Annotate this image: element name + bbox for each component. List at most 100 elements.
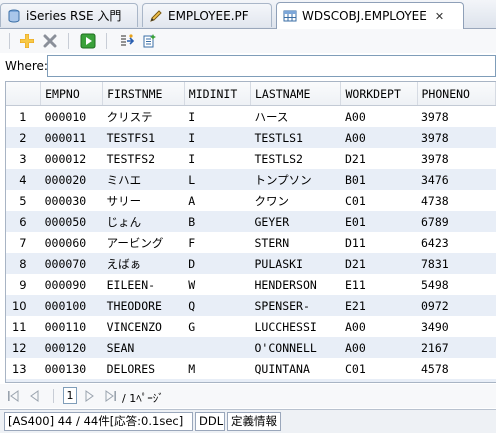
table-row[interactable]: 5 000030 サリー A クワン C01 4738 xyxy=(6,190,496,211)
column-header-empno[interactable]: EMPNO xyxy=(40,82,104,106)
phoneno-cell[interactable]: 3978 xyxy=(417,148,496,169)
firstnme-cell[interactable]: TESTFS1 xyxy=(102,127,185,148)
midinit-cell[interactable]: I xyxy=(184,148,250,169)
workdept-cell[interactable]: A00 xyxy=(340,337,417,358)
firstnme-cell[interactable]: ミハエ xyxy=(102,169,185,190)
empno-cell[interactable]: 000140 xyxy=(40,379,103,382)
table-row[interactable]: 14000140HEATHERANICHOLLSC011793 xyxy=(6,379,496,382)
midinit-cell[interactable]: A xyxy=(184,190,250,211)
empno-cell[interactable]: 000090 xyxy=(41,274,103,295)
phoneno-cell[interactable]: 3490 xyxy=(417,316,496,337)
empno-cell[interactable]: 000060 xyxy=(41,232,103,253)
workdept-cell[interactable]: D21 xyxy=(340,253,417,274)
column-header-phoneno[interactable]: PHONENO xyxy=(417,82,496,106)
empno-cell[interactable]: 000070 xyxy=(40,253,103,274)
lastname-cell[interactable]: O'CONNELL xyxy=(250,337,341,358)
lastname-cell[interactable]: TESTLS1 xyxy=(250,127,341,148)
table-row[interactable]: 10 000100 THEODORE Q SPENSER- E21 0972 xyxy=(6,295,496,316)
table-row[interactable]: 2 000011 TESTFS1 I TESTLS1 A00 3978 xyxy=(6,127,496,148)
delete-row-button[interactable] xyxy=(41,32,59,50)
workdept-cell[interactable]: C01 xyxy=(341,358,417,379)
midinit-cell[interactable]: M xyxy=(184,358,250,379)
workdept-cell[interactable]: C01 xyxy=(341,190,417,211)
row-number-cell[interactable]: 9 xyxy=(6,274,41,295)
workdept-cell[interactable]: A00 xyxy=(340,127,417,148)
phoneno-cell[interactable]: 3978 xyxy=(417,106,496,128)
phoneno-cell[interactable]: 3978 xyxy=(417,127,496,148)
empno-cell[interactable]: 000050 xyxy=(40,211,103,232)
midinit-cell[interactable]: L xyxy=(184,169,251,190)
firstnme-cell[interactable]: TESTFS2 xyxy=(103,148,185,169)
tab-employee-pf[interactable]: EMPLOYEE.PF xyxy=(142,3,272,27)
phoneno-cell[interactable]: 0972 xyxy=(417,295,496,316)
phoneno-cell[interactable]: 6423 xyxy=(417,232,496,253)
row-number-cell[interactable]: 4 xyxy=(6,169,41,190)
table-row[interactable]: 6 000050 じょん B GEYER E01 6789 xyxy=(6,211,496,232)
tab-isereis-rse-guide[interactable]: iSeries RSE 入門 xyxy=(0,3,138,27)
row-number-cell[interactable]: 6 xyxy=(6,211,41,232)
workdept-cell[interactable]: E11 xyxy=(341,274,417,295)
table-row[interactable]: 11 000110 VINCENZO G LUCCHESSI A00 3490 xyxy=(6,316,496,337)
workdept-cell[interactable]: E01 xyxy=(340,211,417,232)
firstnme-cell[interactable]: EILEEN- xyxy=(103,274,185,295)
table-row[interactable]: 9 000090 EILEEN- W HENDERSON E11 5498 xyxy=(6,274,496,295)
column-header-workdept[interactable]: WORKDEPT xyxy=(340,82,418,106)
table-row[interactable]: 1 000010 クリステ I ハース A00 3978 xyxy=(6,106,496,128)
row-number-cell[interactable]: 3 xyxy=(6,148,41,169)
lastname-cell[interactable]: NICHOLLS xyxy=(250,379,341,382)
export-button[interactable] xyxy=(118,32,136,50)
lastname-cell[interactable]: ハース xyxy=(251,106,341,128)
phoneno-cell[interactable]: 1793 xyxy=(417,379,496,382)
firstnme-cell[interactable]: SEAN xyxy=(102,337,185,358)
empno-cell[interactable]: 000012 xyxy=(41,148,103,169)
lastname-cell[interactable]: TESTLS2 xyxy=(251,148,341,169)
empno-cell[interactable]: 000110 xyxy=(41,316,103,337)
table-row[interactable]: 13 000130 DELORES M QUINTANA C01 4578 xyxy=(6,358,496,379)
row-number-cell[interactable]: 8 xyxy=(6,253,41,274)
empno-cell[interactable]: 000011 xyxy=(40,127,103,148)
row-number-cell[interactable]: 5 xyxy=(6,190,41,211)
lastname-cell[interactable]: PULASKI xyxy=(250,253,341,274)
firstnme-cell[interactable]: THEODORE xyxy=(102,295,185,316)
firstnme-cell[interactable]: HEATHER xyxy=(102,379,185,382)
workdept-cell[interactable]: C01 xyxy=(340,379,417,382)
empno-cell[interactable]: 000010 xyxy=(41,106,103,128)
row-number-cell[interactable]: 7 xyxy=(6,232,41,253)
row-number-cell[interactable]: 10 xyxy=(6,295,41,316)
definition-info-tab[interactable]: 定義情報 xyxy=(227,412,281,431)
firstnme-cell[interactable]: VINCENZO xyxy=(103,316,185,337)
current-page-field[interactable]: 1 xyxy=(63,387,77,404)
lastname-cell[interactable]: STERN xyxy=(251,232,341,253)
midinit-cell[interactable]: I xyxy=(184,106,250,128)
column-header-lastname[interactable]: LASTNAME xyxy=(250,82,342,106)
tab-wdscobj-employee[interactable]: WDSCOBJ.EMPLOYEE ✕ xyxy=(276,2,464,29)
lastname-cell[interactable]: クワン xyxy=(251,190,341,211)
phoneno-cell[interactable]: 4578 xyxy=(417,358,496,379)
table-row[interactable]: 7 000060 アービング F STERN D11 6423 xyxy=(6,232,496,253)
midinit-cell[interactable]: W xyxy=(184,274,250,295)
next-page-button[interactable] xyxy=(83,388,97,404)
midinit-cell[interactable]: D xyxy=(184,253,251,274)
where-input[interactable] xyxy=(47,55,496,77)
firstnme-cell[interactable]: クリステ xyxy=(103,106,185,128)
lastname-cell[interactable]: GEYER xyxy=(250,211,341,232)
empno-cell[interactable]: 000100 xyxy=(40,295,103,316)
phoneno-cell[interactable]: 2167 xyxy=(417,337,496,358)
column-header-firstnme[interactable]: FIRSTNME xyxy=(102,82,185,106)
properties-button[interactable] xyxy=(142,32,160,50)
lastname-cell[interactable]: トンプソン xyxy=(250,169,341,190)
midinit-cell[interactable] xyxy=(184,337,251,358)
firstnme-cell[interactable]: じょん xyxy=(102,211,185,232)
midinit-cell[interactable]: B xyxy=(184,211,251,232)
ddl-tab[interactable]: DDL xyxy=(195,412,225,431)
phoneno-cell[interactable]: 5498 xyxy=(417,274,496,295)
lastname-cell[interactable]: QUINTANA xyxy=(251,358,341,379)
workdept-cell[interactable]: B01 xyxy=(340,169,417,190)
firstnme-cell[interactable]: えばぁ xyxy=(102,253,185,274)
workdept-cell[interactable]: A00 xyxy=(341,106,417,128)
midinit-cell[interactable]: F xyxy=(184,232,250,253)
column-header-midinit[interactable]: MIDINIT xyxy=(184,82,252,106)
empno-cell[interactable]: 000120 xyxy=(40,337,103,358)
row-number-cell[interactable]: 1 xyxy=(6,106,41,128)
phoneno-cell[interactable]: 7831 xyxy=(417,253,496,274)
